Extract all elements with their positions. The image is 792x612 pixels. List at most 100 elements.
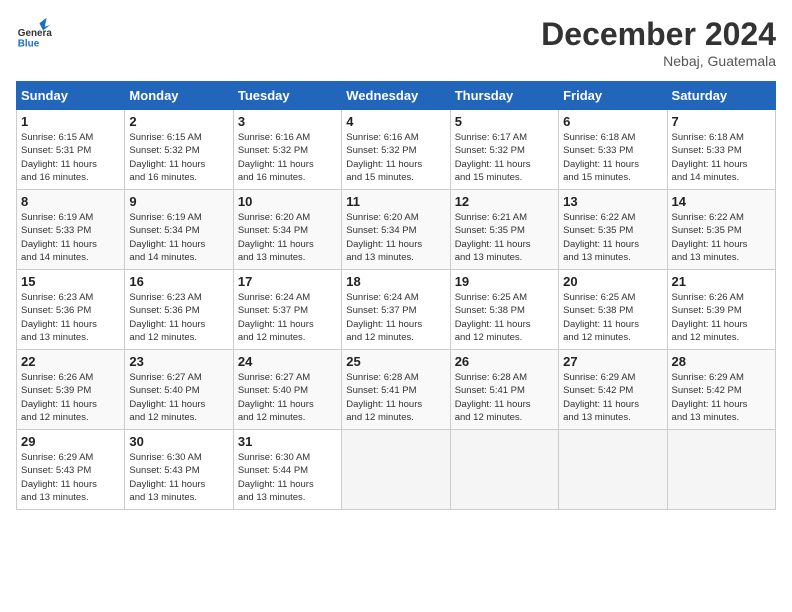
day-number: 29 bbox=[21, 434, 120, 449]
calendar-day-cell: 9Sunrise: 6:19 AM Sunset: 5:34 PM Daylig… bbox=[125, 190, 233, 270]
day-info: Sunrise: 6:20 AM Sunset: 5:34 PM Dayligh… bbox=[238, 211, 337, 264]
svg-text:Blue: Blue bbox=[18, 39, 40, 50]
day-info: Sunrise: 6:28 AM Sunset: 5:41 PM Dayligh… bbox=[455, 371, 554, 424]
day-of-week-header: Tuesday bbox=[233, 82, 341, 110]
calendar-week-row: 8 Sunrise: 6:19 AM Sunset: 5:33 PM Daylig… bbox=[17, 190, 776, 270]
day-info: Sunrise: 6:25 AM Sunset: 5:38 PM Dayligh… bbox=[563, 291, 662, 344]
day-info: Sunrise: 6:16 AM Sunset: 5:32 PM Dayligh… bbox=[346, 131, 445, 184]
day-info: Sunrise: 6:29 AM Sunset: 5:42 PM Dayligh… bbox=[672, 371, 771, 424]
day-info: Sunrise: 6:25 AM Sunset: 5:38 PM Dayligh… bbox=[455, 291, 554, 344]
day-number: 30 bbox=[129, 434, 228, 449]
calendar-day-cell: 29 Sunrise: 6:29 AM Sunset: 5:43 PM Dayli… bbox=[17, 430, 125, 510]
calendar-day-cell: 24 Sunrise: 6:27 AM Sunset: 5:40 PM Dayli… bbox=[233, 350, 341, 430]
day-number: 24 bbox=[238, 354, 337, 369]
day-info: Sunrise: 6:22 AM Sunset: 5:35 PM Dayligh… bbox=[563, 211, 662, 264]
calendar-day-cell: 31 Sunrise: 6:30 AM Sunset: 5:44 PM Dayli… bbox=[233, 430, 341, 510]
day-number: 11 bbox=[346, 194, 445, 209]
calendar-week-row: 22 Sunrise: 6:26 AM Sunset: 5:39 PM Dayli… bbox=[17, 350, 776, 430]
day-number: 15 bbox=[21, 274, 120, 289]
day-of-week-header: Wednesday bbox=[342, 82, 450, 110]
calendar-day-cell: 7 Sunrise: 6:18 AM Sunset: 5:33 PM Daylig… bbox=[667, 110, 775, 190]
day-number: 26 bbox=[455, 354, 554, 369]
day-info: Sunrise: 6:24 AM Sunset: 5:37 PM Dayligh… bbox=[346, 291, 445, 344]
day-info: Sunrise: 6:18 AM Sunset: 5:33 PM Dayligh… bbox=[672, 131, 771, 184]
logo: General Blue bbox=[16, 16, 52, 52]
day-info: Sunrise: 6:29 AM Sunset: 5:43 PM Dayligh… bbox=[21, 451, 120, 504]
day-info: Sunrise: 6:30 AM Sunset: 5:44 PM Dayligh… bbox=[238, 451, 337, 504]
day-number: 17 bbox=[238, 274, 337, 289]
month-title: December 2024 bbox=[541, 16, 776, 53]
calendar-day-cell: 6 Sunrise: 6:18 AM Sunset: 5:33 PM Daylig… bbox=[559, 110, 667, 190]
day-info: Sunrise: 6:20 AM Sunset: 5:34 PM Dayligh… bbox=[346, 211, 445, 264]
calendar-day-cell: 23 Sunrise: 6:27 AM Sunset: 5:40 PM Dayli… bbox=[125, 350, 233, 430]
calendar-day-cell: 14Sunrise: 6:22 AM Sunset: 5:35 PM Dayli… bbox=[667, 190, 775, 270]
calendar-day-cell: 26 Sunrise: 6:28 AM Sunset: 5:41 PM Dayli… bbox=[450, 350, 558, 430]
day-info: Sunrise: 6:27 AM Sunset: 5:40 PM Dayligh… bbox=[129, 371, 228, 424]
svg-text:General: General bbox=[18, 28, 52, 39]
day-of-week-header: Friday bbox=[559, 82, 667, 110]
calendar-header-row: SundayMondayTuesdayWednesdayThursdayFrid… bbox=[17, 82, 776, 110]
day-number: 8 bbox=[21, 194, 120, 209]
day-number: 21 bbox=[672, 274, 771, 289]
calendar-day-cell bbox=[667, 430, 775, 510]
day-number: 12 bbox=[455, 194, 554, 209]
location-subtitle: Nebaj, Guatemala bbox=[541, 53, 776, 69]
calendar-day-cell: 11 Sunrise: 6:20 AM Sunset: 5:34 PM Dayli… bbox=[342, 190, 450, 270]
day-number: 2 bbox=[129, 114, 228, 129]
calendar-week-row: 29 Sunrise: 6:29 AM Sunset: 5:43 PM Dayli… bbox=[17, 430, 776, 510]
day-number: 16 bbox=[129, 274, 228, 289]
day-number: 18 bbox=[346, 274, 445, 289]
page-header: General Blue December 2024 Nebaj, Guatem… bbox=[16, 16, 776, 69]
day-number: 10 bbox=[238, 194, 337, 209]
calendar-day-cell: 27 Sunrise: 6:29 AM Sunset: 5:42 PM Dayli… bbox=[559, 350, 667, 430]
calendar-day-cell: 8 Sunrise: 6:19 AM Sunset: 5:33 PM Daylig… bbox=[17, 190, 125, 270]
day-info: Sunrise: 6:18 AM Sunset: 5:33 PM Dayligh… bbox=[563, 131, 662, 184]
day-info: Sunrise: 6:29 AM Sunset: 5:42 PM Dayligh… bbox=[563, 371, 662, 424]
day-info: Sunrise: 6:23 AM Sunset: 5:36 PM Dayligh… bbox=[129, 291, 228, 344]
logo-icon: General Blue bbox=[16, 16, 52, 52]
day-number: 22 bbox=[21, 354, 120, 369]
day-info: Sunrise: 6:21 AM Sunset: 5:35 PM Dayligh… bbox=[455, 211, 554, 264]
calendar-day-cell: 22 Sunrise: 6:26 AM Sunset: 5:39 PM Dayli… bbox=[17, 350, 125, 430]
calendar-day-cell: 30 Sunrise: 6:30 AM Sunset: 5:43 PM Dayli… bbox=[125, 430, 233, 510]
calendar-table: SundayMondayTuesdayWednesdayThursdayFrid… bbox=[16, 81, 776, 510]
calendar-day-cell: 3 Sunrise: 6:16 AM Sunset: 5:32 PM Daylig… bbox=[233, 110, 341, 190]
day-of-week-header: Thursday bbox=[450, 82, 558, 110]
calendar-day-cell bbox=[342, 430, 450, 510]
calendar-day-cell: 17Sunrise: 6:24 AM Sunset: 5:37 PM Dayli… bbox=[233, 270, 341, 350]
calendar-body: 1Sunrise: 6:15 AM Sunset: 5:31 PM Daylig… bbox=[17, 110, 776, 510]
calendar-day-cell bbox=[559, 430, 667, 510]
calendar-day-cell: 20 Sunrise: 6:25 AM Sunset: 5:38 PM Dayli… bbox=[559, 270, 667, 350]
day-number: 23 bbox=[129, 354, 228, 369]
calendar-day-cell: 10 Sunrise: 6:20 AM Sunset: 5:34 PM Dayli… bbox=[233, 190, 341, 270]
day-of-week-header: Monday bbox=[125, 82, 233, 110]
day-number: 1 bbox=[21, 114, 120, 129]
title-block: December 2024 Nebaj, Guatemala bbox=[541, 16, 776, 69]
day-number: 3 bbox=[238, 114, 337, 129]
day-number: 20 bbox=[563, 274, 662, 289]
day-info: Sunrise: 6:19 AM Sunset: 5:33 PM Dayligh… bbox=[21, 211, 120, 264]
day-of-week-header: Sunday bbox=[17, 82, 125, 110]
day-number: 6 bbox=[563, 114, 662, 129]
day-number: 31 bbox=[238, 434, 337, 449]
day-number: 7 bbox=[672, 114, 771, 129]
day-of-week-header: Saturday bbox=[667, 82, 775, 110]
calendar-week-row: 15 Sunrise: 6:23 AM Sunset: 5:36 PM Dayli… bbox=[17, 270, 776, 350]
day-number: 27 bbox=[563, 354, 662, 369]
calendar-day-cell: 15 Sunrise: 6:23 AM Sunset: 5:36 PM Dayli… bbox=[17, 270, 125, 350]
day-info: Sunrise: 6:30 AM Sunset: 5:43 PM Dayligh… bbox=[129, 451, 228, 504]
calendar-day-cell: 21Sunrise: 6:26 AM Sunset: 5:39 PM Dayli… bbox=[667, 270, 775, 350]
day-info: Sunrise: 6:17 AM Sunset: 5:32 PM Dayligh… bbox=[455, 131, 554, 184]
day-info: Sunrise: 6:27 AM Sunset: 5:40 PM Dayligh… bbox=[238, 371, 337, 424]
day-number: 25 bbox=[346, 354, 445, 369]
day-info: Sunrise: 6:26 AM Sunset: 5:39 PM Dayligh… bbox=[21, 371, 120, 424]
calendar-day-cell: 1Sunrise: 6:15 AM Sunset: 5:31 PM Daylig… bbox=[17, 110, 125, 190]
calendar-day-cell: 5Sunrise: 6:17 AM Sunset: 5:32 PM Daylig… bbox=[450, 110, 558, 190]
day-info: Sunrise: 6:28 AM Sunset: 5:41 PM Dayligh… bbox=[346, 371, 445, 424]
day-info: Sunrise: 6:16 AM Sunset: 5:32 PM Dayligh… bbox=[238, 131, 337, 184]
day-number: 9 bbox=[129, 194, 228, 209]
day-number: 14 bbox=[672, 194, 771, 209]
calendar-day-cell: 13Sunrise: 6:22 AM Sunset: 5:35 PM Dayli… bbox=[559, 190, 667, 270]
calendar-day-cell: 12 Sunrise: 6:21 AM Sunset: 5:35 PM Dayli… bbox=[450, 190, 558, 270]
day-info: Sunrise: 6:23 AM Sunset: 5:36 PM Dayligh… bbox=[21, 291, 120, 344]
